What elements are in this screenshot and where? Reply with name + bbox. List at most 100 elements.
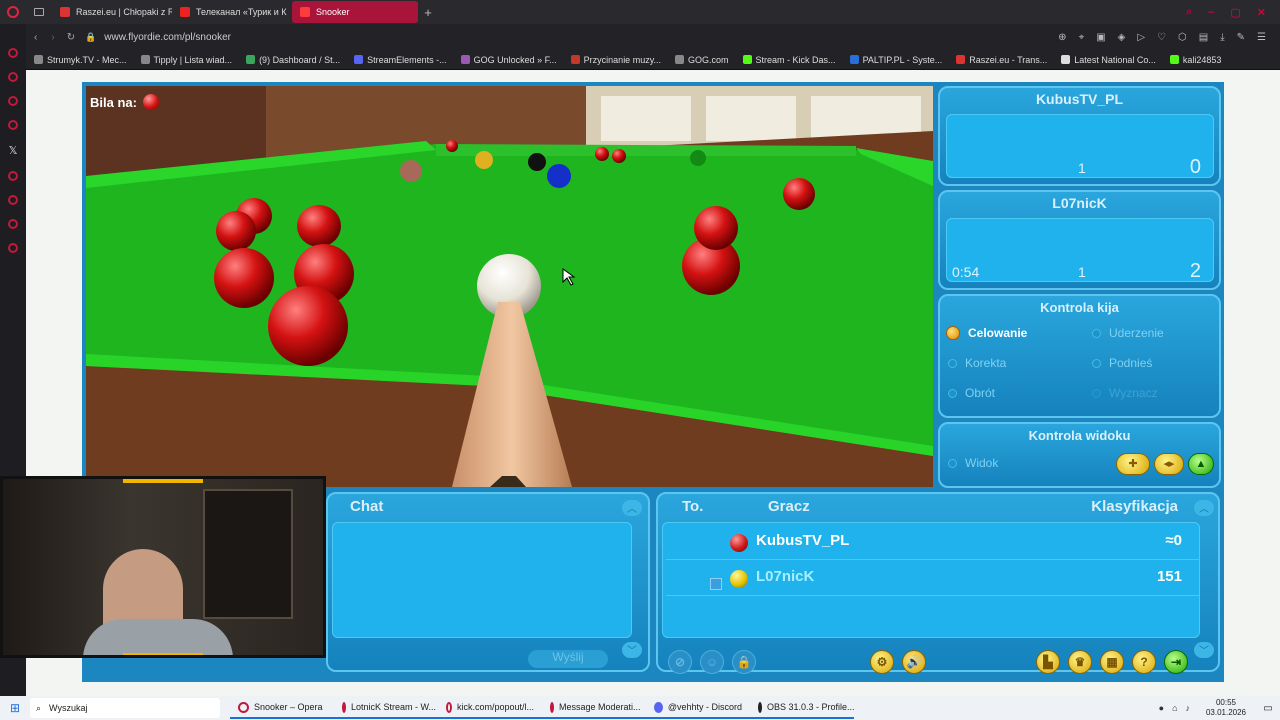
option-obrot[interactable]: Obrót xyxy=(948,386,995,400)
option-widok[interactable]: Widok xyxy=(948,456,998,470)
taskbar-item[interactable]: Snooker – Opera xyxy=(230,697,334,719)
search-tabs-icon[interactable]: ⌕ xyxy=(1186,6,1192,19)
minimize-icon[interactable]: – xyxy=(1208,6,1214,19)
bookmark-item[interactable]: Strumyk.TV - Mec... xyxy=(34,55,127,65)
history-icon[interactable] xyxy=(8,195,18,205)
bookmark-item[interactable]: Przycinanie muzy... xyxy=(570,55,661,65)
tab-label: Raszei.eu | Chłopaki z Ra xyxy=(76,7,172,17)
chat-send-button[interactable]: Wyślij xyxy=(528,650,608,668)
radio-icon xyxy=(948,388,957,398)
heart-icon[interactable]: ♡ xyxy=(1157,32,1166,43)
bookmark-item[interactable]: GOG.com xyxy=(675,55,729,65)
back-icon[interactable]: ‹ xyxy=(34,32,37,43)
ball-on-label: Bila na: xyxy=(90,94,137,110)
option-korekta[interactable]: Korekta xyxy=(948,356,1006,370)
opera-logo-icon[interactable] xyxy=(0,6,26,18)
taskbar-item[interactable]: @vehhty - Discord xyxy=(646,697,750,719)
x-twitter-icon[interactable]: 𝕏 xyxy=(9,144,18,157)
tab-youtube[interactable]: Телеканал «Турик и К xyxy=(172,1,292,23)
trophy-icon[interactable]: ♛ xyxy=(1068,650,1092,674)
url-field[interactable]: www.flyordie.com/pl/snooker xyxy=(104,32,231,43)
start-icon[interactable]: ⊞ xyxy=(0,701,30,715)
messenger-icon[interactable] xyxy=(8,72,18,82)
bookmark-item[interactable]: Stream - Kick Das... xyxy=(742,54,836,65)
bookmark-item[interactable]: GOG Unlocked » F... xyxy=(460,55,557,65)
ai-icon[interactable]: ✎ xyxy=(1237,32,1245,43)
chat-collapse-icon[interactable]: ︿ xyxy=(622,500,642,516)
rotate-view-button[interactable]: ◂▸ xyxy=(1154,453,1184,475)
play-icon[interactable]: ▷ xyxy=(1137,32,1145,43)
bookmark-label: Stream - Kick Das... xyxy=(755,54,836,65)
table-row[interactable]: KubusTV_PL ≈0 xyxy=(666,526,1200,560)
exit-icon[interactable]: ⇥ xyxy=(1164,650,1188,674)
taskbar-label: @vehhty - Discord xyxy=(667,702,742,712)
snapshot-icon[interactable]: ▣ xyxy=(1096,32,1105,43)
workspaces-icon[interactable] xyxy=(26,8,52,16)
tab-snooker[interactable]: Snooker xyxy=(292,1,418,23)
shot-timer: 0:54 xyxy=(952,264,980,280)
option-celowanie[interactable]: Celowanie xyxy=(946,326,1027,340)
bookmark-item[interactable]: StreamElements -... xyxy=(354,55,447,65)
table-row[interactable]: L07nicK 151 xyxy=(666,562,1200,596)
player-icon[interactable] xyxy=(8,171,18,181)
settings-icon[interactable] xyxy=(8,243,18,253)
clock[interactable]: 00:55 03.01.2026 xyxy=(1196,698,1256,718)
option-uderzenie[interactable]: Uderzenie xyxy=(1092,326,1164,340)
taskbar-item[interactable]: OBS 31.0.3 - Profile... xyxy=(750,697,855,719)
current-turn-icon xyxy=(710,578,722,590)
pin-icon[interactable]: ⌖ xyxy=(1079,32,1085,43)
sound-icon[interactable]: 🔊 xyxy=(902,650,926,674)
player-name: L07nicK xyxy=(756,568,815,585)
top-view-button[interactable]: ▲ xyxy=(1188,453,1214,475)
ranking-icon[interactable]: ▙ xyxy=(1036,650,1060,674)
help-icon[interactable]: ? xyxy=(1132,650,1156,674)
network-icon[interactable]: ⌂ xyxy=(1172,703,1177,713)
whatsapp-icon[interactable] xyxy=(8,96,18,106)
address-bar: ‹ › ↻ 🔒 www.flyordie.com/pl/snooker ⊕ ⌖ … xyxy=(0,24,1280,50)
red-ball-icon xyxy=(730,534,748,552)
zoom-icon[interactable]: ⊕ xyxy=(1058,32,1066,43)
close-icon[interactable]: ✕ xyxy=(1257,6,1266,19)
bookmark-item[interactable]: PALTIP.PL - Syste... xyxy=(849,55,942,65)
bookmark-item[interactable]: Tipply | Lista wiad... xyxy=(140,55,232,65)
bookmark-item[interactable]: Raszei.eu - Trans... xyxy=(956,55,1047,65)
notifications-icon[interactable]: ▭ xyxy=(1256,703,1280,714)
table-expand-icon[interactable]: ﹀ xyxy=(1194,642,1214,658)
radio-selected-icon xyxy=(946,326,960,340)
wallet-icon[interactable]: ▤ xyxy=(1199,32,1208,43)
bookmark-item[interactable]: Latest National Co... xyxy=(1061,55,1156,65)
download-icon[interactable]: ⤓ xyxy=(1220,32,1224,43)
radio-icon xyxy=(1092,358,1101,368)
maximize-icon[interactable]: ▢ xyxy=(1230,6,1240,19)
extensions-sidebar-icon[interactable] xyxy=(8,219,18,229)
extensions-icon[interactable]: ⬡ xyxy=(1178,32,1187,43)
volume-icon[interactable]: ♪ xyxy=(1186,703,1191,713)
taskbar-item[interactable]: Message Moderati... xyxy=(542,697,646,719)
table-collapse-icon[interactable]: ︿ xyxy=(1194,500,1214,516)
bookmark-label: GOG.com xyxy=(688,54,729,65)
zoom-view-button[interactable]: ✚ xyxy=(1116,453,1150,475)
tab-raszei[interactable]: Raszei.eu | Chłopaki z Ra xyxy=(52,1,172,23)
tables-icon[interactable]: ▦ xyxy=(1100,650,1124,674)
option-podnies[interactable]: Podnieś xyxy=(1092,356,1152,370)
chat-expand-icon[interactable]: ﹀ xyxy=(622,642,642,658)
settings-icon[interactable]: ⚙ xyxy=(870,650,894,674)
taskbar-search[interactable]: ⌕ Wyszukaj xyxy=(30,698,220,718)
chat-messages[interactable] xyxy=(332,522,632,638)
player-rating: ≈0 xyxy=(1165,532,1182,549)
menu-icon[interactable]: ☰ xyxy=(1257,32,1266,43)
new-tab-button[interactable]: + xyxy=(418,5,438,20)
forward-icon[interactable]: › xyxy=(51,32,54,43)
player2-frames: 1 xyxy=(1078,264,1086,280)
player2-panel: L07nicK 0:54 1 2 xyxy=(938,190,1221,290)
bookmark-item[interactable]: kali24853 xyxy=(1169,55,1221,65)
instagram-icon[interactable] xyxy=(8,120,18,130)
shield-icon[interactable]: ◈ xyxy=(1118,32,1126,43)
tray-icon[interactable]: ● xyxy=(1159,703,1164,713)
reload-icon[interactable]: ↻ xyxy=(67,32,75,43)
opera-sidebar-icon[interactable] xyxy=(8,48,18,58)
game-view[interactable]: Bila na: xyxy=(86,86,933,487)
taskbar-item[interactable]: kick.com/popout/l... xyxy=(438,697,542,719)
bookmark-item[interactable]: (9) Dashboard / St... xyxy=(246,55,340,65)
taskbar-item[interactable]: LotnicK Stream - W... xyxy=(334,697,438,719)
